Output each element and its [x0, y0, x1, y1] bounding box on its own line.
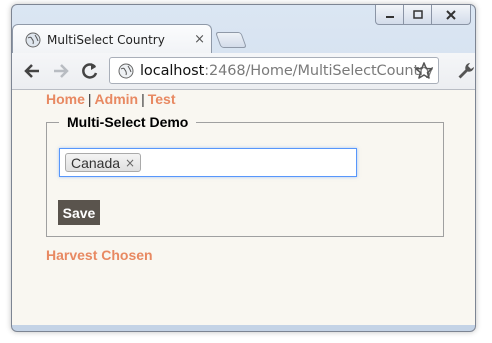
menu-separator: | [141, 91, 145, 107]
fieldset-legend: Multi-Select Demo [67, 114, 189, 130]
close-button[interactable] [431, 5, 471, 25]
multi-select-fieldset: Multi-Select Demo Canada × Save [46, 114, 444, 237]
menu-separator: | [87, 91, 92, 107]
window-controls [375, 5, 471, 27]
selected-choice-chip: Canada × [65, 153, 142, 172]
maximize-icon [412, 9, 423, 19]
tab-close-icon[interactable]: × [194, 32, 205, 47]
menu-link-admin[interactable]: Admin [95, 91, 139, 107]
new-tab-icon[interactable] [215, 32, 247, 48]
page-content: Home | Admin | Test Multi-Select Demo Canada… [12, 90, 475, 325]
wrench-icon[interactable] [456, 61, 476, 81]
browser-toolbar: localhost:2468/Home/MultiSelectCountry [12, 53, 475, 90]
browser-tab[interactable]: MultiSelect Country × [12, 24, 212, 54]
star-icon[interactable] [414, 61, 434, 81]
country-multiselect[interactable]: Canada × [59, 148, 357, 177]
reload-icon[interactable] [80, 61, 100, 81]
minimize-button[interactable] [375, 5, 404, 25]
harvest-chosen-link[interactable]: Harvest Chosen [46, 247, 153, 263]
remove-choice-icon[interactable]: × [125, 154, 135, 172]
close-icon [446, 9, 456, 20]
menu-link-test[interactable]: Test [148, 91, 176, 107]
globe-icon [118, 63, 134, 78]
back-icon[interactable] [22, 61, 42, 81]
maximize-button[interactable] [403, 5, 432, 25]
forward-icon[interactable] [51, 61, 71, 81]
url-text: localhost:2468/Home/MultiSelectCountry [140, 62, 434, 79]
minimize-icon [385, 15, 394, 18]
selected-choice-label: Canada [71, 155, 121, 171]
globe-icon [25, 32, 41, 47]
address-bar[interactable]: localhost:2468/Home/MultiSelectCountry [109, 57, 439, 84]
top-menu: Home | Admin | Test [46, 91, 176, 107]
save-button[interactable]: Save [58, 200, 100, 225]
tab-title: MultiSelect Country [47, 32, 165, 47]
url-host: localhost [140, 62, 205, 79]
menu-link-home[interactable]: Home [46, 91, 85, 107]
url-path: :2468/Home/MultiSelectCountry [204, 62, 434, 79]
